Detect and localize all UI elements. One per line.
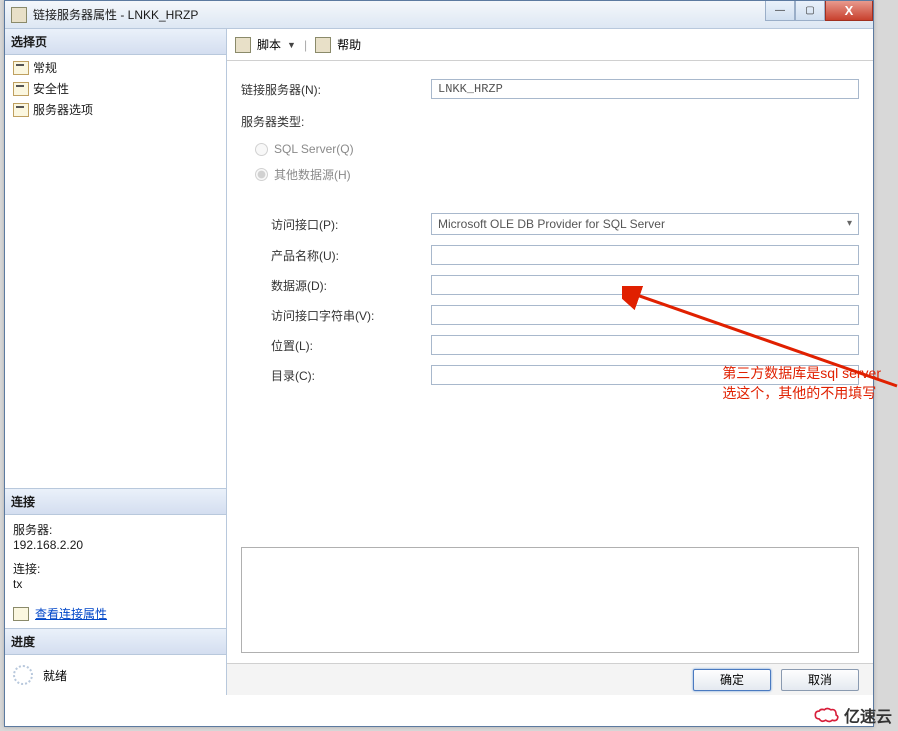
close-button[interactable]: X bbox=[825, 1, 873, 21]
minimize-button[interactable]: — bbox=[765, 1, 795, 21]
help-icon bbox=[315, 37, 331, 53]
spinner-icon bbox=[13, 665, 33, 685]
server-value: 192.168.2.20 bbox=[13, 538, 218, 552]
radio-sql-input bbox=[255, 143, 268, 156]
ok-button[interactable]: 确定 bbox=[693, 669, 771, 691]
location-label: 位置(L): bbox=[271, 337, 431, 354]
dropdown-arrow-icon[interactable]: ▼ bbox=[287, 40, 296, 50]
conn-label: 连接: bbox=[13, 560, 218, 577]
toolbar: 脚本 ▼ | 帮助 bbox=[227, 29, 873, 61]
help-button[interactable]: 帮助 bbox=[337, 36, 361, 53]
radio-sql-label: SQL Server(Q) bbox=[274, 142, 354, 156]
select-page-header: 选择页 bbox=[5, 29, 226, 55]
connection-section: 连接 服务器: 192.168.2.20 连接: tx 查看连接属性 bbox=[5, 488, 226, 628]
description-box bbox=[241, 547, 859, 653]
nav-label: 安全性 bbox=[33, 80, 69, 97]
right-pane: 脚本 ▼ | 帮助 链接服务器(N): 服务器类型: SQL Server(Q) bbox=[227, 29, 873, 695]
window-controls: — ▢ X bbox=[765, 1, 873, 21]
nav-label: 服务器选项 bbox=[33, 101, 93, 118]
nav-item-server-options[interactable]: 服务器选项 bbox=[5, 99, 226, 120]
dialog-window: 链接服务器属性 - LNKK_HRZP — ▢ X 选择页 常规 安全性 服务 bbox=[4, 0, 874, 727]
view-link-text[interactable]: 查看连接属性 bbox=[35, 605, 107, 622]
page-icon bbox=[13, 103, 29, 117]
connection-body: 服务器: 192.168.2.20 连接: tx 查看连接属性 bbox=[5, 515, 226, 628]
conn-value: tx bbox=[13, 577, 218, 591]
server-type-label: 服务器类型: bbox=[241, 113, 859, 130]
nav-item-general[interactable]: 常规 bbox=[5, 57, 226, 78]
left-pane: 选择页 常规 安全性 服务器选项 连接 bbox=[5, 29, 227, 695]
app-icon bbox=[11, 7, 27, 23]
watermark-text: 亿速云 bbox=[844, 703, 892, 727]
datasource-label: 数据源(D): bbox=[271, 277, 431, 294]
view-connection-link[interactable]: 查看连接属性 bbox=[13, 605, 218, 622]
maximize-button[interactable]: ▢ bbox=[795, 1, 825, 21]
window-title: 链接服务器属性 - LNKK_HRZP bbox=[33, 6, 198, 23]
datasource-input[interactable] bbox=[431, 275, 859, 295]
nav-list: 常规 安全性 服务器选项 bbox=[5, 55, 226, 122]
progress-body: 就绪 bbox=[5, 655, 226, 695]
location-input[interactable] bbox=[431, 335, 859, 355]
cancel-button[interactable]: 取消 bbox=[781, 669, 859, 691]
provider-string-label: 访问接口字符串(V): bbox=[271, 307, 431, 324]
nav-item-security[interactable]: 安全性 bbox=[5, 78, 226, 99]
annotation-line1: 第三方数据库是sql server bbox=[722, 363, 881, 383]
radio-sql-server: SQL Server(Q) bbox=[255, 142, 859, 156]
radio-other-input bbox=[255, 168, 268, 181]
product-input[interactable] bbox=[431, 245, 859, 265]
radio-other-source: 其他数据源(H) bbox=[255, 166, 859, 183]
titlebar: 链接服务器属性 - LNKK_HRZP — ▢ X bbox=[5, 1, 873, 29]
nav-label: 常规 bbox=[33, 59, 57, 76]
watermark-logo-icon bbox=[814, 706, 840, 724]
progress-header: 进度 bbox=[5, 629, 226, 655]
product-label: 产品名称(U): bbox=[271, 247, 431, 264]
provider-string-input[interactable] bbox=[431, 305, 859, 325]
content-area: 链接服务器(N): 服务器类型: SQL Server(Q) 其他数据源(H) bbox=[227, 61, 873, 663]
catalog-label: 目录(C): bbox=[271, 367, 431, 384]
annotation-line2: 选这个，其他的不用填写 bbox=[722, 383, 881, 403]
page-icon bbox=[13, 61, 29, 75]
radio-other-label: 其他数据源(H) bbox=[274, 166, 351, 183]
provider-dropdown[interactable]: Microsoft OLE DB Provider for SQL Server bbox=[431, 213, 859, 235]
progress-status: 就绪 bbox=[43, 667, 67, 684]
provider-label: 访问接口(P): bbox=[271, 216, 431, 233]
progress-section: 进度 就绪 bbox=[5, 628, 226, 695]
script-icon bbox=[235, 37, 251, 53]
linked-server-input[interactable] bbox=[431, 79, 859, 99]
server-type-radios: SQL Server(Q) 其他数据源(H) bbox=[241, 142, 859, 183]
connection-header: 连接 bbox=[5, 489, 226, 515]
separator: | bbox=[304, 38, 307, 52]
linked-server-label: 链接服务器(N): bbox=[241, 81, 431, 98]
annotation-text: 第三方数据库是sql server 选这个，其他的不用填写 bbox=[722, 363, 881, 403]
watermark: 亿速云 bbox=[814, 703, 892, 727]
properties-icon bbox=[13, 607, 29, 621]
script-button[interactable]: 脚本 bbox=[257, 36, 281, 53]
dialog-body: 选择页 常规 安全性 服务器选项 连接 bbox=[5, 29, 873, 695]
dialog-footer: 确定 取消 bbox=[227, 663, 873, 695]
provider-value: Microsoft OLE DB Provider for SQL Server bbox=[438, 217, 665, 231]
server-label: 服务器: bbox=[13, 521, 218, 538]
page-icon bbox=[13, 82, 29, 96]
